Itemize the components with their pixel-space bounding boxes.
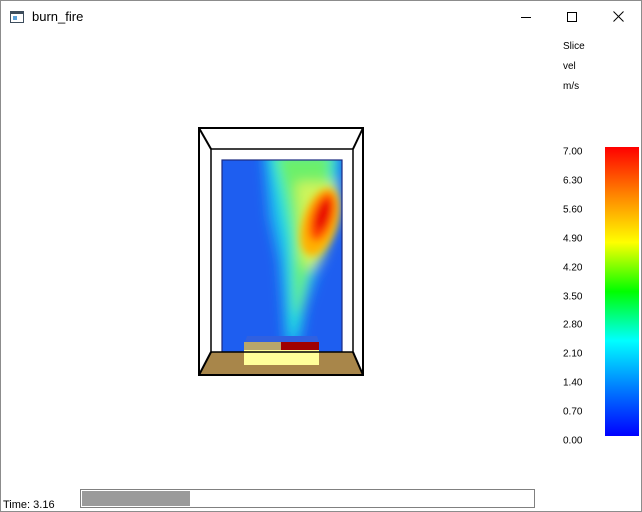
colorbar-tick-label: 4.90 — [563, 233, 583, 245]
minimize-icon — [521, 16, 531, 18]
title-bar[interactable]: burn_fire — [1, 1, 641, 32]
colorbar-tick-label: 7.00 — [563, 146, 583, 158]
burner — [244, 336, 319, 365]
legend-unit: m/s — [563, 81, 580, 92]
time-slider-progress — [82, 491, 190, 506]
colorbar-tick-label: 6.30 — [563, 175, 583, 187]
colorbar-tick-label: 0.70 — [563, 406, 583, 418]
time-label: Time: 3.16 — [3, 499, 55, 511]
maximize-icon — [567, 11, 577, 22]
smokeview-window: burn_fire Slice vel m/s 7.00 6.30 5.60 4… — [0, 0, 642, 512]
colorbar-tick-label: 2.80 — [563, 319, 583, 331]
legend-quantity: vel — [563, 61, 576, 72]
minimize-button[interactable] — [503, 1, 549, 32]
legend-slice-label: Slice — [563, 41, 585, 52]
maximize-button[interactable] — [549, 1, 595, 32]
colorbar-tick-label: 4.20 — [563, 262, 583, 274]
render-canvas[interactable]: Slice vel m/s 7.00 6.30 5.60 4.90 4.20 3.50 2.… — [1, 32, 641, 511]
close-icon — [612, 11, 624, 22]
window-title: burn_fire — [32, 9, 84, 24]
colorbar-tick-label: 2.10 — [563, 348, 583, 360]
colorbar-tick-label: 5.60 — [563, 204, 583, 216]
fire-scene-3d[interactable] — [1, 32, 561, 462]
colorbar-tick-label: 0.00 — [563, 435, 583, 447]
close-button[interactable] — [595, 1, 641, 32]
time-slider[interactable] — [80, 489, 535, 508]
colorbar[interactable] — [605, 147, 639, 436]
colorbar-tick-label: 3.50 — [563, 291, 583, 302]
app-icon — [10, 10, 24, 23]
colorbar-tick-label: 1.40 — [563, 377, 583, 389]
